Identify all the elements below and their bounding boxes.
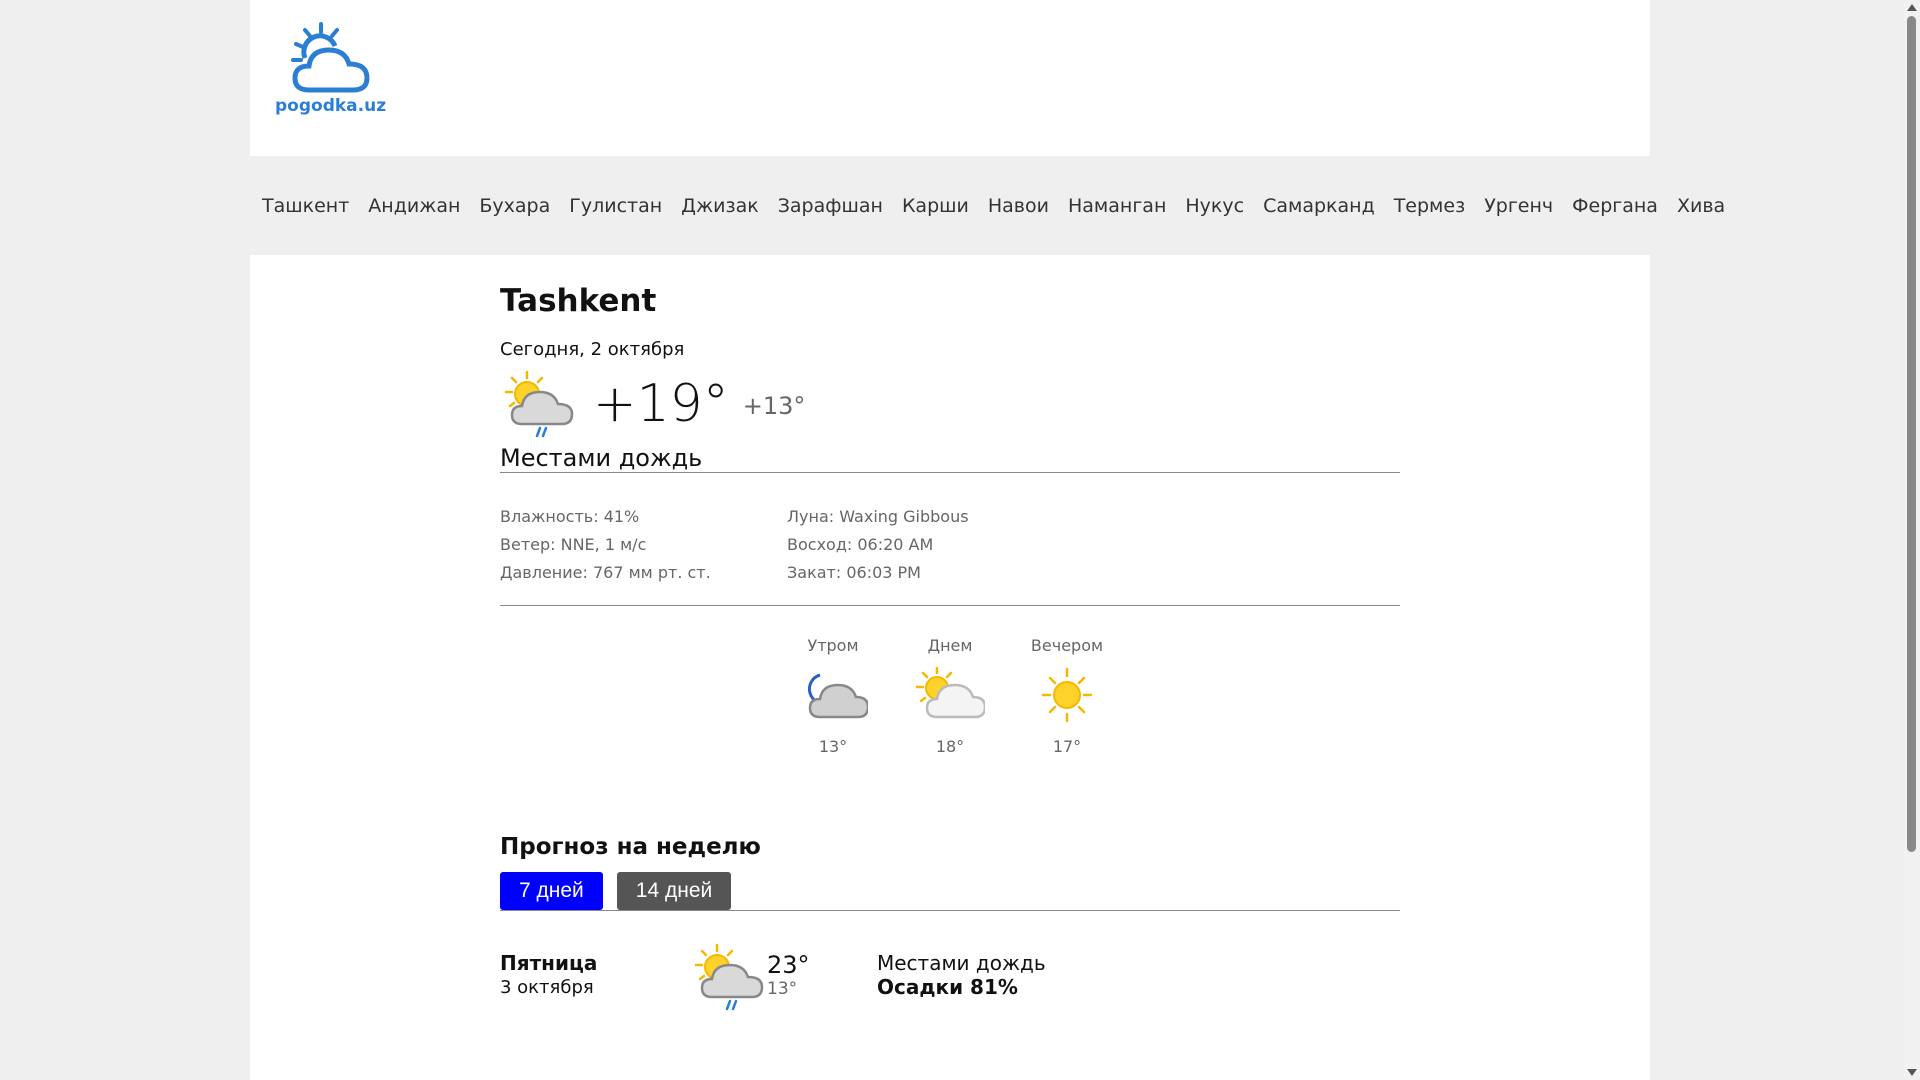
pressure: Давление: 767 мм рт. ст. <box>500 563 711 582</box>
current-weather: +19° +13° <box>500 370 1400 438</box>
moon-phase: Луна: Waxing Gibbous <box>787 507 969 526</box>
daypart-temp: 13° <box>818 737 848 756</box>
city-link[interactable]: Самарканд <box>1263 195 1375 217</box>
city-title: Tashkent <box>500 283 657 319</box>
daypart-morning: Утром 13° <box>775 636 892 806</box>
city-link[interactable]: Фергана <box>1572 195 1658 217</box>
current-condition: Местами дождь <box>500 444 703 472</box>
forecast-high-temp: 23° <box>767 951 810 979</box>
divider <box>500 910 1400 911</box>
sunrise: Восход: 06:20 AM <box>787 535 934 554</box>
daypart-day: Днем 18° <box>892 636 1009 806</box>
city-link[interactable]: Термез <box>1394 195 1465 217</box>
forecast-day-row: Пятница 3 октября 23° 13° Местами дождь … <box>500 943 1400 1011</box>
main-content: Tashkent Сегодня, 2 октября +19° +13° Ме… <box>250 255 1650 1080</box>
header: pogodka.uz <box>250 0 1650 156</box>
forecast-day-date: 3 октября <box>500 977 594 998</box>
forecast-range-buttons: 7 дней 14 дней <box>500 872 1400 910</box>
current-date: Сегодня, 2 октября <box>500 339 685 360</box>
daypart-label: Днем <box>927 636 973 655</box>
week-forecast-title: Прогноз на неделю <box>500 834 761 860</box>
daypart-evening: Вечером 17° <box>1009 636 1126 806</box>
daypart-label: Утром <box>807 636 859 655</box>
city-link[interactable]: Хива <box>1677 195 1725 217</box>
site-logo[interactable]: pogodka.uz <box>275 20 387 120</box>
city-link[interactable]: Нукус <box>1185 195 1244 217</box>
scroll-up-arrow-icon[interactable] <box>1907 4 1917 11</box>
forecast-low-temp: 13° <box>767 979 798 999</box>
city-link[interactable]: Гулистан <box>569 195 662 217</box>
partly-cloudy-rain-icon <box>500 370 575 438</box>
forecast-precipitation: Осадки 81% <box>877 975 1018 999</box>
scrollbar[interactable] <box>1903 0 1920 1080</box>
city-nav: Ташкент Андижан Бухара Гулистан Джизак Зарафш… <box>250 156 1725 255</box>
humidity: Влажность: 41% <box>500 507 640 526</box>
city-link[interactable]: Зарафшан <box>778 195 883 217</box>
partly-cloudy-rain-icon <box>690 943 765 1011</box>
current-temp: +19° <box>593 374 729 434</box>
daypart-label: Вечером <box>1030 636 1104 655</box>
city-link[interactable]: Ургенч <box>1484 195 1553 217</box>
weather-details: Влажность: 41% Ветер: NNE, 1 м/с Давлени… <box>500 473 1400 605</box>
city-link[interactable]: Андижан <box>368 195 460 217</box>
city-link[interactable]: Навои <box>988 195 1049 217</box>
logo-text: pogodka.uz <box>275 96 387 116</box>
forecast-day-name: Пятница <box>500 951 598 975</box>
sun-icon <box>1032 667 1102 723</box>
sun-cloud-icon <box>915 665 987 723</box>
scroll-down-arrow-icon[interactable] <box>1907 1069 1917 1076</box>
scrollbar-thumb[interactable] <box>1907 16 1916 852</box>
wind: Ветер: NNE, 1 м/с <box>500 535 647 554</box>
city-link[interactable]: Бухара <box>479 195 550 217</box>
logo-icon <box>291 22 370 93</box>
dayparts: Утром 13° Днем 18° Вечером 17° <box>500 606 1400 806</box>
city-link[interactable]: Джизак <box>681 195 759 217</box>
city-link[interactable]: Наманган <box>1068 195 1166 217</box>
14-days-button[interactable]: 14 дней <box>616 872 732 910</box>
page: pogodka.uz Ташкент Андижан Бухара Гулистан Д… <box>250 0 1725 1080</box>
night-temp: +13° <box>742 392 806 420</box>
city-link[interactable]: Карши <box>902 195 969 217</box>
moon-cloud-icon <box>798 667 870 723</box>
7-days-button[interactable]: 7 дней <box>500 872 603 910</box>
daypart-temp: 17° <box>1052 737 1082 756</box>
forecast-condition: Местами дождь <box>877 951 1046 975</box>
daypart-temp: 18° <box>935 737 965 756</box>
city-link[interactable]: Ташкент <box>262 195 349 217</box>
sunset: Закат: 06:03 PM <box>787 563 921 582</box>
